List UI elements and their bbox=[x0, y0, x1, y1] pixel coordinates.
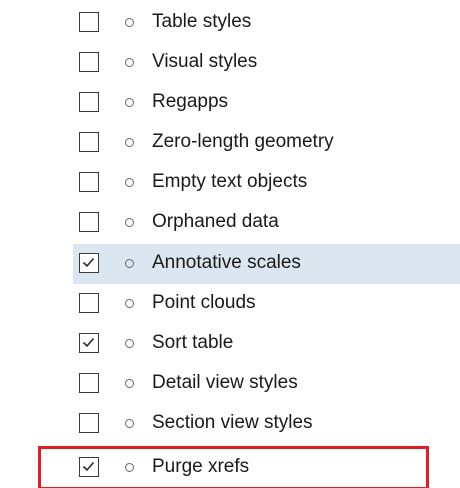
purge-item-label: Section view styles bbox=[152, 412, 313, 433]
checkbox[interactable] bbox=[79, 12, 99, 32]
purge-item-empty-text-objects[interactable]: Empty text objects bbox=[73, 163, 460, 203]
circle-bullet-icon bbox=[125, 138, 134, 147]
checkbox[interactable] bbox=[79, 132, 99, 152]
purge-item-label: Zero-length geometry bbox=[152, 131, 334, 152]
circle-bullet-icon bbox=[125, 18, 134, 27]
purge-item-annotative-scales[interactable]: Annotative scales bbox=[73, 244, 460, 284]
circle-bullet-icon bbox=[125, 463, 134, 472]
purge-item-label: Sort table bbox=[152, 332, 234, 353]
purge-item-purge-xrefs[interactable]: Purge xrefs bbox=[38, 446, 429, 488]
purge-item-label: Point clouds bbox=[152, 292, 256, 313]
purge-item-label: Visual styles bbox=[152, 51, 258, 72]
purge-item-label: Empty text objects bbox=[152, 171, 308, 192]
purge-item-regapps[interactable]: Regapps bbox=[73, 83, 460, 123]
circle-bullet-icon bbox=[125, 259, 134, 268]
circle-bullet-icon bbox=[125, 299, 134, 308]
checkbox[interactable] bbox=[79, 373, 99, 393]
circle-bullet-icon bbox=[125, 58, 134, 67]
checkbox[interactable] bbox=[79, 457, 99, 477]
purge-item-label: Detail view styles bbox=[152, 372, 298, 393]
purge-item-label: Orphaned data bbox=[152, 211, 279, 232]
purge-item-section-view-styles[interactable]: Section view styles bbox=[73, 404, 460, 444]
checkbox[interactable] bbox=[79, 92, 99, 112]
circle-bullet-icon bbox=[125, 218, 134, 227]
purge-item-label: Table styles bbox=[152, 11, 252, 32]
circle-bullet-icon bbox=[125, 98, 134, 107]
checkbox[interactable] bbox=[79, 253, 99, 273]
checkbox[interactable] bbox=[79, 293, 99, 313]
purge-item-detail-view-styles[interactable]: Detail view styles bbox=[73, 364, 460, 404]
checkbox[interactable] bbox=[79, 212, 99, 232]
checkmark-icon bbox=[82, 337, 95, 348]
circle-bullet-icon bbox=[125, 379, 134, 388]
purge-item-sort-table[interactable]: Sort table bbox=[73, 324, 460, 364]
purge-item-zero-length-geometry[interactable]: Zero-length geometry bbox=[73, 123, 460, 163]
purge-item-label: Regapps bbox=[152, 91, 229, 112]
checkbox[interactable] bbox=[79, 333, 99, 353]
purge-item-label: Purge xrefs bbox=[152, 456, 250, 477]
purge-item-orphaned-data[interactable]: Orphaned data bbox=[73, 203, 460, 243]
checkbox[interactable] bbox=[79, 172, 99, 192]
checkbox[interactable] bbox=[79, 52, 99, 72]
purge-item-label: Annotative scales bbox=[152, 252, 301, 273]
checkmark-icon bbox=[82, 257, 95, 268]
checkbox[interactable] bbox=[79, 413, 99, 433]
checkmark-icon bbox=[82, 461, 95, 472]
purge-item-point-clouds[interactable]: Point clouds bbox=[73, 284, 460, 324]
purge-items-list: Table styles Visual styles Regapps Zero-len… bbox=[0, 0, 460, 488]
purge-item-visual-styles[interactable]: Visual styles bbox=[73, 43, 460, 83]
circle-bullet-icon bbox=[125, 419, 134, 428]
circle-bullet-icon bbox=[125, 339, 134, 348]
circle-bullet-icon bbox=[125, 178, 134, 187]
purge-item-table-styles[interactable]: Table styles bbox=[73, 3, 460, 43]
